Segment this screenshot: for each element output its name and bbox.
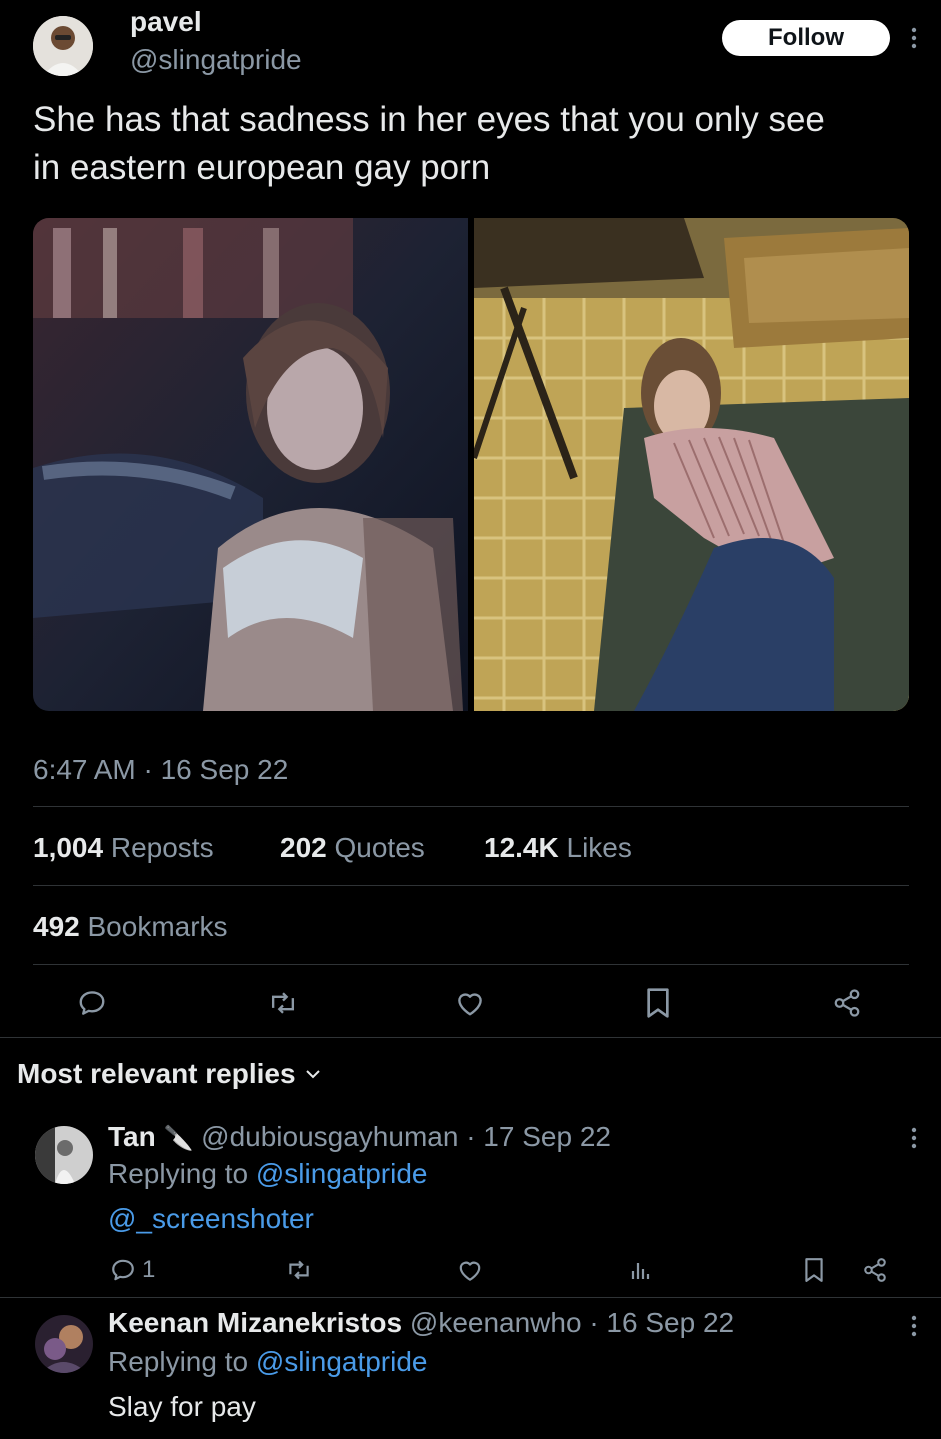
analytics-icon <box>631 1263 650 1279</box>
media-image-left[interactable] <box>33 218 468 711</box>
tweet-text-line-1: She has that sadness in her eyes that yo… <box>33 100 825 139</box>
reply-reply-button[interactable]: 1 <box>110 1256 155 1284</box>
reply-text[interactable]: @_screenshoter <box>108 1201 314 1237</box>
divider <box>0 1037 941 1038</box>
heart-icon <box>459 1261 481 1281</box>
more-options-icon[interactable] <box>902 24 926 52</box>
replying-to-handle[interactable]: @slingatpride <box>256 1158 428 1189</box>
reply-icon <box>79 991 105 1015</box>
reply-icon <box>112 1259 134 1281</box>
reply-more-icon[interactable] <box>904 1312 924 1340</box>
reply-author-name[interactable]: Keenan Mizanekristos <box>108 1307 402 1338</box>
divider <box>33 964 909 965</box>
share-button[interactable] <box>829 984 865 1022</box>
likes-stat[interactable]: 12.4K Likes <box>484 831 632 865</box>
reply-avatar[interactable] <box>35 1126 93 1184</box>
reposts-label: Reposts <box>110 832 214 863</box>
quotes-label: Quotes <box>334 832 425 863</box>
reply-header: Keenan Mizanekristos @keenanwho · 16 Sep… <box>108 1305 734 1341</box>
tweet-timestamp[interactable]: 6:47 AM · 16 Sep 22 <box>33 753 288 787</box>
share-icon <box>834 989 860 1017</box>
reply-author-name[interactable]: Tan <box>108 1121 156 1152</box>
share-icon <box>864 1258 886 1282</box>
divider <box>0 1297 941 1298</box>
likes-label: Likes <box>566 832 632 863</box>
replying-to: Replying to @slingatpride <box>108 1344 428 1380</box>
reposts-count: 1,004 <box>33 832 104 863</box>
bookmark-icon <box>805 1258 823 1282</box>
reply-button[interactable] <box>74 986 110 1020</box>
repost-icon <box>271 992 295 1014</box>
media-grid <box>33 218 909 711</box>
replies-sort-dropdown[interactable]: Most relevant replies <box>17 1056 322 1092</box>
replying-to-handle[interactable]: @slingatpride <box>256 1346 428 1377</box>
quotes-count: 202 <box>280 832 327 863</box>
repost-button[interactable] <box>263 986 303 1020</box>
replying-to-label: Replying to <box>108 1346 249 1377</box>
reply-count: 1 <box>142 1256 156 1283</box>
author-handle[interactable]: @slingatpride <box>130 44 302 76</box>
tweet-text: She has that sadness in her eyes that yo… <box>33 96 923 192</box>
reply-repost-button[interactable] <box>283 1256 315 1284</box>
heart-icon <box>458 993 482 1016</box>
knife-emoji: 🔪 <box>163 1125 194 1152</box>
follow-button-label: Follow <box>768 24 844 51</box>
reply-like-button[interactable] <box>455 1256 485 1284</box>
divider <box>33 806 909 807</box>
replies-header: Most relevant replies <box>17 1058 296 1089</box>
reply-views-button[interactable] <box>627 1256 655 1284</box>
author-name[interactable]: pavel <box>130 6 202 38</box>
reposts-stat[interactable]: 1,004 Reposts <box>33 831 214 865</box>
tweet-text-line-2: in eastern european gay porn <box>33 148 491 187</box>
reply-handle-date[interactable]: @keenanwho · 16 Sep 22 <box>410 1307 734 1338</box>
likes-count: 12.4K <box>484 832 559 863</box>
reply-avatar[interactable] <box>35 1315 93 1373</box>
reply-header: Tan 🔪 @dubiousgayhuman · 17 Sep 22 <box>108 1119 611 1157</box>
follow-button[interactable]: Follow <box>722 20 890 56</box>
repost-icon <box>289 1260 309 1280</box>
like-button[interactable] <box>452 986 488 1020</box>
media-image-right[interactable] <box>474 218 909 711</box>
bookmarks-count: 492 <box>33 911 80 942</box>
bookmark-button[interactable] <box>641 984 675 1022</box>
chevron-down-icon <box>305 1070 320 1079</box>
author-avatar[interactable] <box>33 16 93 76</box>
replying-to: Replying to @slingatpride <box>108 1156 428 1192</box>
bookmarks-stat[interactable]: 492 Bookmarks <box>33 910 228 944</box>
reply-share-button[interactable] <box>860 1254 890 1286</box>
replying-to-label: Replying to <box>108 1158 249 1189</box>
divider <box>33 885 909 886</box>
bookmarks-label: Bookmarks <box>87 911 228 942</box>
reply-text: Slay for pay <box>108 1391 256 1422</box>
quotes-stat[interactable]: 202 Quotes <box>280 831 425 865</box>
bookmark-icon <box>647 988 669 1018</box>
reply-more-icon[interactable] <box>904 1124 924 1152</box>
reply-handle-date[interactable]: @dubiousgayhuman · 17 Sep 22 <box>201 1121 611 1152</box>
reply-bookmark-button[interactable] <box>800 1254 828 1286</box>
